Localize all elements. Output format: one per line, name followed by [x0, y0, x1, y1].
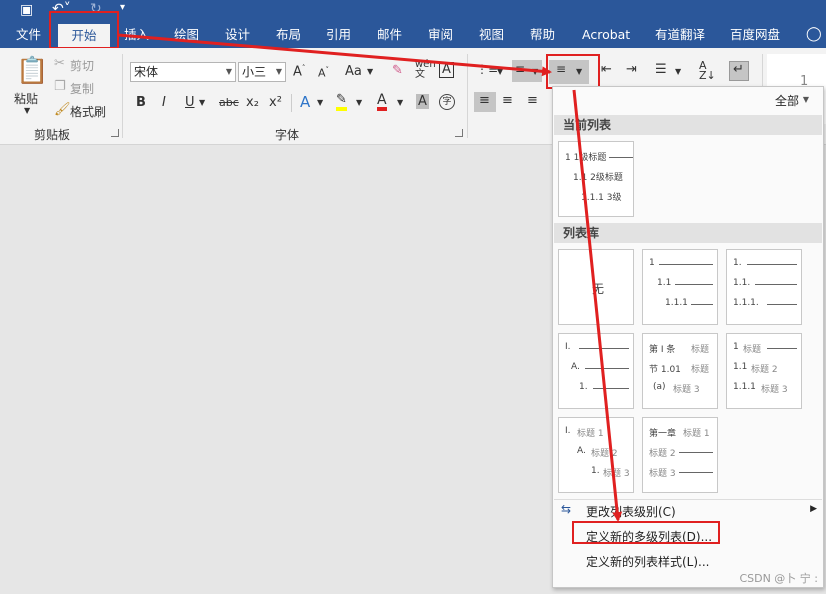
shrink-font-icon[interactable]: A˅	[318, 66, 329, 80]
font-color-button[interactable]: A	[377, 93, 387, 111]
tab-review[interactable]: 审阅	[420, 22, 461, 48]
superscript-button[interactable]: x²	[269, 95, 282, 110]
current-list-tile[interactable]: 1 1级标题 1.1 2级标题 1.1.1 3级	[558, 141, 634, 217]
library-tile-heading-numeric[interactable]: 1 标题 1.1 标题 2 1.1.1 标题 3	[726, 333, 802, 409]
watermark: CSDN @卜 宁 :	[739, 572, 818, 585]
font-color-dropdown-icon[interactable]: ▼	[397, 98, 403, 107]
paste-button[interactable]: 粘贴	[14, 90, 38, 107]
save-icon[interactable]: ▣	[20, 2, 33, 18]
filter-dropdown-icon[interactable]: ▼	[803, 95, 809, 104]
customize-qat-icon[interactable]: ▾	[120, 2, 125, 13]
copy-icon: ❐	[54, 79, 66, 94]
grow-font-icon[interactable]: A˄	[293, 64, 305, 79]
chinese-layout-dropdown-icon[interactable]: ▼	[675, 67, 681, 76]
bold-button[interactable]: B	[136, 95, 146, 110]
highlight-dropdown-icon[interactable]: ▼	[356, 98, 362, 107]
tab-acrobat[interactable]: Acrobat	[574, 22, 638, 48]
tab-youdao[interactable]: 有道翻译	[647, 22, 713, 48]
paste-dropdown-icon[interactable]: ▼	[24, 106, 30, 115]
chinese-layout-icon[interactable]: ☰	[655, 62, 667, 77]
change-level-icon: ⇆	[561, 502, 572, 516]
change-case-button[interactable]: Aa	[345, 64, 362, 79]
char-border-icon[interactable]: A	[439, 62, 454, 78]
lightbulb-icon[interactable]: ◯	[806, 26, 822, 42]
sort-icon[interactable]: A Z↓	[699, 60, 716, 81]
font-size-combo[interactable]: 小三 ▼	[238, 62, 286, 82]
library-tile-none[interactable]: 无	[558, 249, 634, 325]
italic-button[interactable]: I	[162, 95, 166, 110]
highlight-multilevel-button	[546, 54, 600, 89]
tab-mailings[interactable]: 邮件	[369, 22, 410, 48]
clipboard-launcher[interactable]	[111, 129, 119, 137]
library-tile-decimal[interactable]: 1. 1.1. 1.1.1.	[726, 249, 802, 325]
highlight-home-tab	[49, 11, 119, 49]
underline-button[interactable]: U	[185, 95, 195, 110]
numbering-dropdown-icon: ▼	[532, 67, 539, 76]
list-library-header: 列表库	[554, 223, 822, 243]
define-new-list-style-item[interactable]: 定义新的列表样式(L)...	[586, 553, 710, 570]
tab-references[interactable]: 引用	[318, 22, 359, 48]
tab-file[interactable]: 文件	[8, 22, 49, 48]
current-list-header: 当前列表	[554, 115, 822, 135]
show-marks-icon: ↵	[733, 62, 744, 77]
tab-help[interactable]: 帮助	[522, 22, 563, 48]
filter-all-label[interactable]: 全部	[775, 92, 799, 109]
align-right-icon[interactable]: ≡	[527, 93, 538, 108]
ribbon-tabs: 文件 开始 插入 绘图 设计 布局 引用 邮件 审阅 视图 帮助 Acrobat…	[0, 22, 826, 48]
underline-dropdown-icon[interactable]: ▼	[199, 98, 205, 107]
clipboard-group-label: 剪贴板	[34, 128, 71, 142]
bullets-dropdown-icon[interactable]: ▼	[497, 67, 503, 76]
tab-baidu-netdisk[interactable]: 百度网盘	[722, 22, 788, 48]
subscript-button[interactable]: x₂	[246, 95, 259, 110]
char-shading-button[interactable]: A	[416, 94, 429, 109]
library-tile-chapter[interactable]: 第 I 条标题 节 1.01 标题 (a) 标题 3	[642, 333, 718, 409]
library-tile-numeric[interactable]: 1 1.1 1.1.1	[642, 249, 718, 325]
strikethrough-button[interactable]: abc	[219, 96, 239, 109]
increase-indent-icon[interactable]: ⇥	[626, 62, 637, 77]
align-left-icon: ≡	[479, 93, 490, 108]
clear-format-icon[interactable]: ✎	[392, 63, 403, 78]
phonetic-guide-icon[interactable]: wén 文	[415, 60, 436, 80]
submenu-arrow-icon: ▶	[810, 504, 817, 514]
tab-design[interactable]: 设计	[217, 22, 258, 48]
text-effects-button[interactable]: A	[300, 93, 310, 111]
tab-insert[interactable]: 插入	[116, 22, 157, 48]
tab-view[interactable]: 视图	[471, 22, 512, 48]
numbering-icon: ≡	[515, 62, 526, 76]
enclose-char-button[interactable]: 字	[439, 94, 455, 110]
text-effects-dropdown-icon[interactable]: ▼	[317, 98, 323, 107]
multilevel-list-dropdown: 全部 ▼ 当前列表 1 1级标题 1.1 2级标题 1.1.1 3级 列表库 无…	[552, 86, 824, 588]
font-group-label: 字体	[275, 128, 300, 142]
library-tile-roman-heading[interactable]: I. 标题 1 A. 标题 2 1. 标题 3	[558, 417, 634, 493]
menu-divider	[554, 499, 822, 500]
library-tile-chapter-heading[interactable]: 第一章 标题 1 标题 2 标题 3	[642, 417, 718, 493]
paste-icon[interactable]: 📋	[16, 56, 48, 86]
font-name-combo[interactable]: 宋体 ▼	[130, 62, 236, 82]
highlight-define-new-multilevel	[572, 521, 720, 544]
format-painter-button[interactable]: 格式刷	[70, 103, 106, 120]
align-center-icon[interactable]: ≡	[502, 93, 513, 108]
copy-button[interactable]: 复制	[70, 80, 94, 97]
library-tile-roman[interactable]: I. A. 1.	[558, 333, 634, 409]
format-painter-icon: 🖌	[54, 102, 71, 117]
tab-draw[interactable]: 绘图	[166, 22, 207, 48]
bullets-icon[interactable]: ⋮≡	[476, 62, 498, 76]
title-bar: ▣ ↶˅ ↻ ▾	[0, 0, 826, 22]
tab-layout[interactable]: 布局	[268, 22, 309, 48]
decrease-indent-icon[interactable]: ⇤	[601, 62, 612, 77]
cut-icon: ✂	[54, 56, 65, 71]
font-name-value: 宋体	[134, 65, 159, 79]
highlight-icon[interactable]: ✎	[336, 93, 347, 111]
change-list-level-item[interactable]: 更改列表级别(C)	[586, 503, 676, 520]
font-launcher[interactable]	[455, 129, 463, 137]
cut-button[interactable]: 剪切	[70, 57, 94, 74]
font-size-value: 小三	[242, 65, 267, 79]
change-case-dropdown-icon[interactable]: ▼	[367, 67, 373, 76]
font-divider	[291, 94, 292, 112]
